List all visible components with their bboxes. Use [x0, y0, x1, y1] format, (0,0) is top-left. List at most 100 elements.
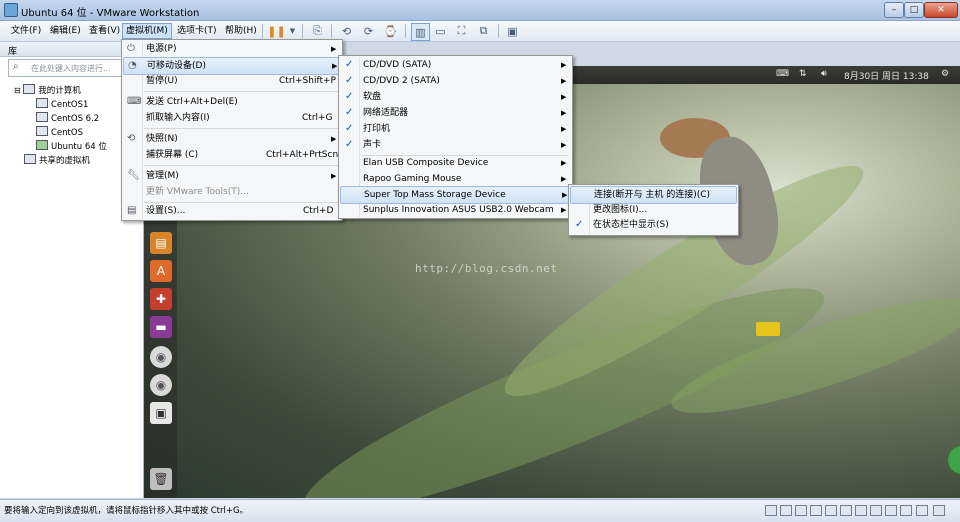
menu-item-change-icon[interactable]: 更改图标(I)...: [570, 202, 735, 218]
menu-item-settings[interactable]: ▤ 设置(S)... Ctrl+D: [123, 203, 339, 219]
checkmark-icon: ✓: [345, 59, 354, 70]
clock[interactable]: 8月30日 周日 13:38: [844, 69, 929, 82]
workspace-icon[interactable]: ▬: [150, 316, 172, 338]
tree-node-vm[interactable]: CentOS1: [14, 98, 107, 112]
menu-item-pause[interactable]: 暂停(U) Ctrl+Shift+P: [123, 73, 339, 89]
hdd-status-icon[interactable]: [765, 505, 777, 516]
power-icon: ⏻: [127, 43, 135, 54]
menu-item-show-in-statusbar[interactable]: ✓ 在状态栏中显示(S): [570, 217, 735, 233]
unity-icon[interactable]: ⧉: [475, 23, 492, 39]
maximize-button[interactable]: □: [904, 2, 924, 18]
menu-file[interactable]: 文件(F): [8, 24, 44, 38]
submenu-arrow-icon: ▶: [561, 159, 567, 167]
close-button[interactable]: ✕: [924, 2, 958, 18]
vm-icon: [36, 98, 48, 108]
library-view-icon[interactable]: ▥: [411, 23, 430, 41]
vm-running-icon: [36, 140, 48, 150]
tree-node-vm[interactable]: CentOS: [14, 126, 107, 140]
menu-edit[interactable]: 编辑(E): [47, 24, 84, 38]
device-item[interactable]: ✓ 打印机 ▶: [340, 121, 569, 137]
checkmark-icon: ✓: [345, 123, 354, 134]
device-item[interactable]: ✓ 网络适配器 ▶: [340, 105, 569, 121]
cdrom2-status-icon[interactable]: [795, 505, 807, 516]
device-item[interactable]: ✓ 声卡 ▶: [340, 137, 569, 153]
removable-devices-menu: ✓ CD/DVD (SATA) ▶ ✓ CD/DVD 2 (SATA) ▶ ✓ …: [338, 55, 573, 219]
shared-vms-icon: [24, 154, 36, 164]
printer-status-icon[interactable]: [870, 505, 882, 516]
gear-icon[interactable]: ⚙: [941, 69, 949, 79]
toolbar-separator: [405, 24, 406, 38]
volume-icon[interactable]: 🔊︎: [821, 69, 827, 79]
usb-device-item[interactable]: Sunplus Innovation ASUS USB2.0 Webcam ▶: [340, 202, 569, 218]
search-icon: ⌕: [13, 61, 19, 72]
pause-icon[interactable]: ❚❚: [267, 23, 285, 39]
menu-view[interactable]: 查看(V): [86, 24, 123, 38]
toolbar-separator: [498, 24, 499, 38]
device-item[interactable]: ✓ 软盘 ▶: [340, 89, 569, 105]
tree-node-vm[interactable]: CentOS 6.2: [14, 112, 107, 126]
vm-icon: [36, 112, 48, 122]
display-status-icon[interactable]: [916, 505, 928, 516]
menu-item-update-tools: 更新 VMware Tools(T)...: [146, 187, 249, 197]
menu-item-snapshot[interactable]: ⟲ 快照(N) ▶: [123, 131, 339, 147]
menu-tabs[interactable]: 选项卡(T): [174, 24, 220, 38]
menu-item-send-cad[interactable]: ⌨ 发送 Ctrl+Alt+Del(E): [123, 94, 339, 110]
floppy-icon[interactable]: ▣: [150, 402, 172, 424]
menu-help[interactable]: 帮助(H): [222, 24, 260, 38]
menu-item-capture-screen[interactable]: 捕获屏幕 (C) Ctrl+Alt+PrtScn: [123, 147, 339, 163]
fullscreen-status-icon[interactable]: [933, 505, 945, 516]
submenu-arrow-icon: ▶: [331, 172, 337, 180]
impress-icon[interactable]: ▤: [150, 232, 172, 254]
menu-item-power[interactable]: ⏻ 电源(P) ▶: [123, 41, 339, 57]
submenu-arrow-icon: ▶: [331, 135, 337, 143]
console-view-icon[interactable]: ▣: [504, 23, 521, 39]
usb-device-item[interactable]: Elan USB Composite Device ▶: [340, 155, 569, 171]
software-center-icon[interactable]: A: [150, 260, 172, 282]
floppy-status-icon[interactable]: [810, 505, 822, 516]
submenu-arrow-icon: ▶: [561, 206, 567, 214]
wrench-icon: 🔧︎: [127, 170, 140, 181]
checkmark-icon: ✓: [345, 91, 354, 102]
tree-node-shared[interactable]: 共享的虚拟机: [14, 154, 107, 168]
toolbar-separator: [302, 24, 303, 38]
library-search-input[interactable]: ⌕ 在此处键入内容进行...: [8, 59, 138, 77]
cdrom-status-icon[interactable]: [780, 505, 792, 516]
device-item[interactable]: ✓ CD/DVD (SATA) ▶: [340, 57, 569, 73]
submenu-arrow-icon: ▶: [561, 175, 567, 183]
network-icon[interactable]: ⇅: [799, 69, 807, 79]
usb-device-status-icon[interactable]: [885, 505, 897, 516]
minimize-button[interactable]: –: [884, 2, 904, 18]
message-status-icon[interactable]: [900, 505, 912, 516]
snapshot-icon[interactable]: ⟲: [338, 23, 355, 39]
keyboard-indicator-icon[interactable]: ⌨: [776, 69, 789, 79]
submenu-arrow-icon: ▶: [561, 77, 567, 85]
vm-menu: ⏻ 电源(P) ▶ ◔ 可移动设备(D) ▶ 暂停(U) Ctrl+Shift+…: [121, 39, 343, 221]
usb-status-icon[interactable]: [840, 505, 852, 516]
system-settings-icon[interactable]: ✚: [150, 288, 172, 310]
search-placeholder: 在此处键入内容进行...: [31, 64, 111, 73]
sound-status-icon[interactable]: [855, 505, 867, 516]
trash-icon[interactable]: 🗑︎: [150, 468, 172, 490]
device-item[interactable]: ✓ CD/DVD 2 (SATA) ▶: [340, 73, 569, 89]
thumbnail-bar-icon[interactable]: ▭: [432, 23, 449, 39]
usb-device-item[interactable]: Rapoo Gaming Mouse ▶: [340, 171, 569, 187]
revert-snapshot-icon[interactable]: ⟳: [360, 23, 377, 39]
menu-item-manage[interactable]: 🔧︎ 管理(M) ▶: [123, 168, 339, 184]
submenu-arrow-icon: ▶: [331, 45, 337, 53]
watermark: http://blog.csdn.net: [415, 262, 558, 275]
checkmark-icon: ✓: [575, 219, 584, 230]
menu-vm[interactable]: 虚拟机(M): [122, 23, 172, 39]
chevron-down-icon[interactable]: ▼: [284, 23, 301, 39]
menu-item-grab-input[interactable]: 抓取输入内容(I) Ctrl+G: [123, 110, 339, 126]
disc-icon[interactable]: ◉: [150, 374, 172, 396]
fullscreen-icon[interactable]: ⛶: [453, 23, 470, 39]
network-status-icon[interactable]: [825, 505, 837, 516]
bird-tail: [756, 322, 780, 336]
snapshot-manager-icon[interactable]: ⌚: [382, 23, 399, 39]
title-bar: Ubuntu 64 位 - VMware Workstation – □ ✕: [0, 0, 960, 21]
tree-node-vm[interactable]: Ubuntu 64 位: [14, 140, 107, 154]
tree-node-my-computer[interactable]: ⊟ 我的计算机: [14, 84, 107, 98]
send-keys-icon[interactable]: ⎘: [309, 23, 326, 39]
disc-icon[interactable]: ◉: [150, 346, 172, 368]
menu-separator: [144, 128, 338, 129]
